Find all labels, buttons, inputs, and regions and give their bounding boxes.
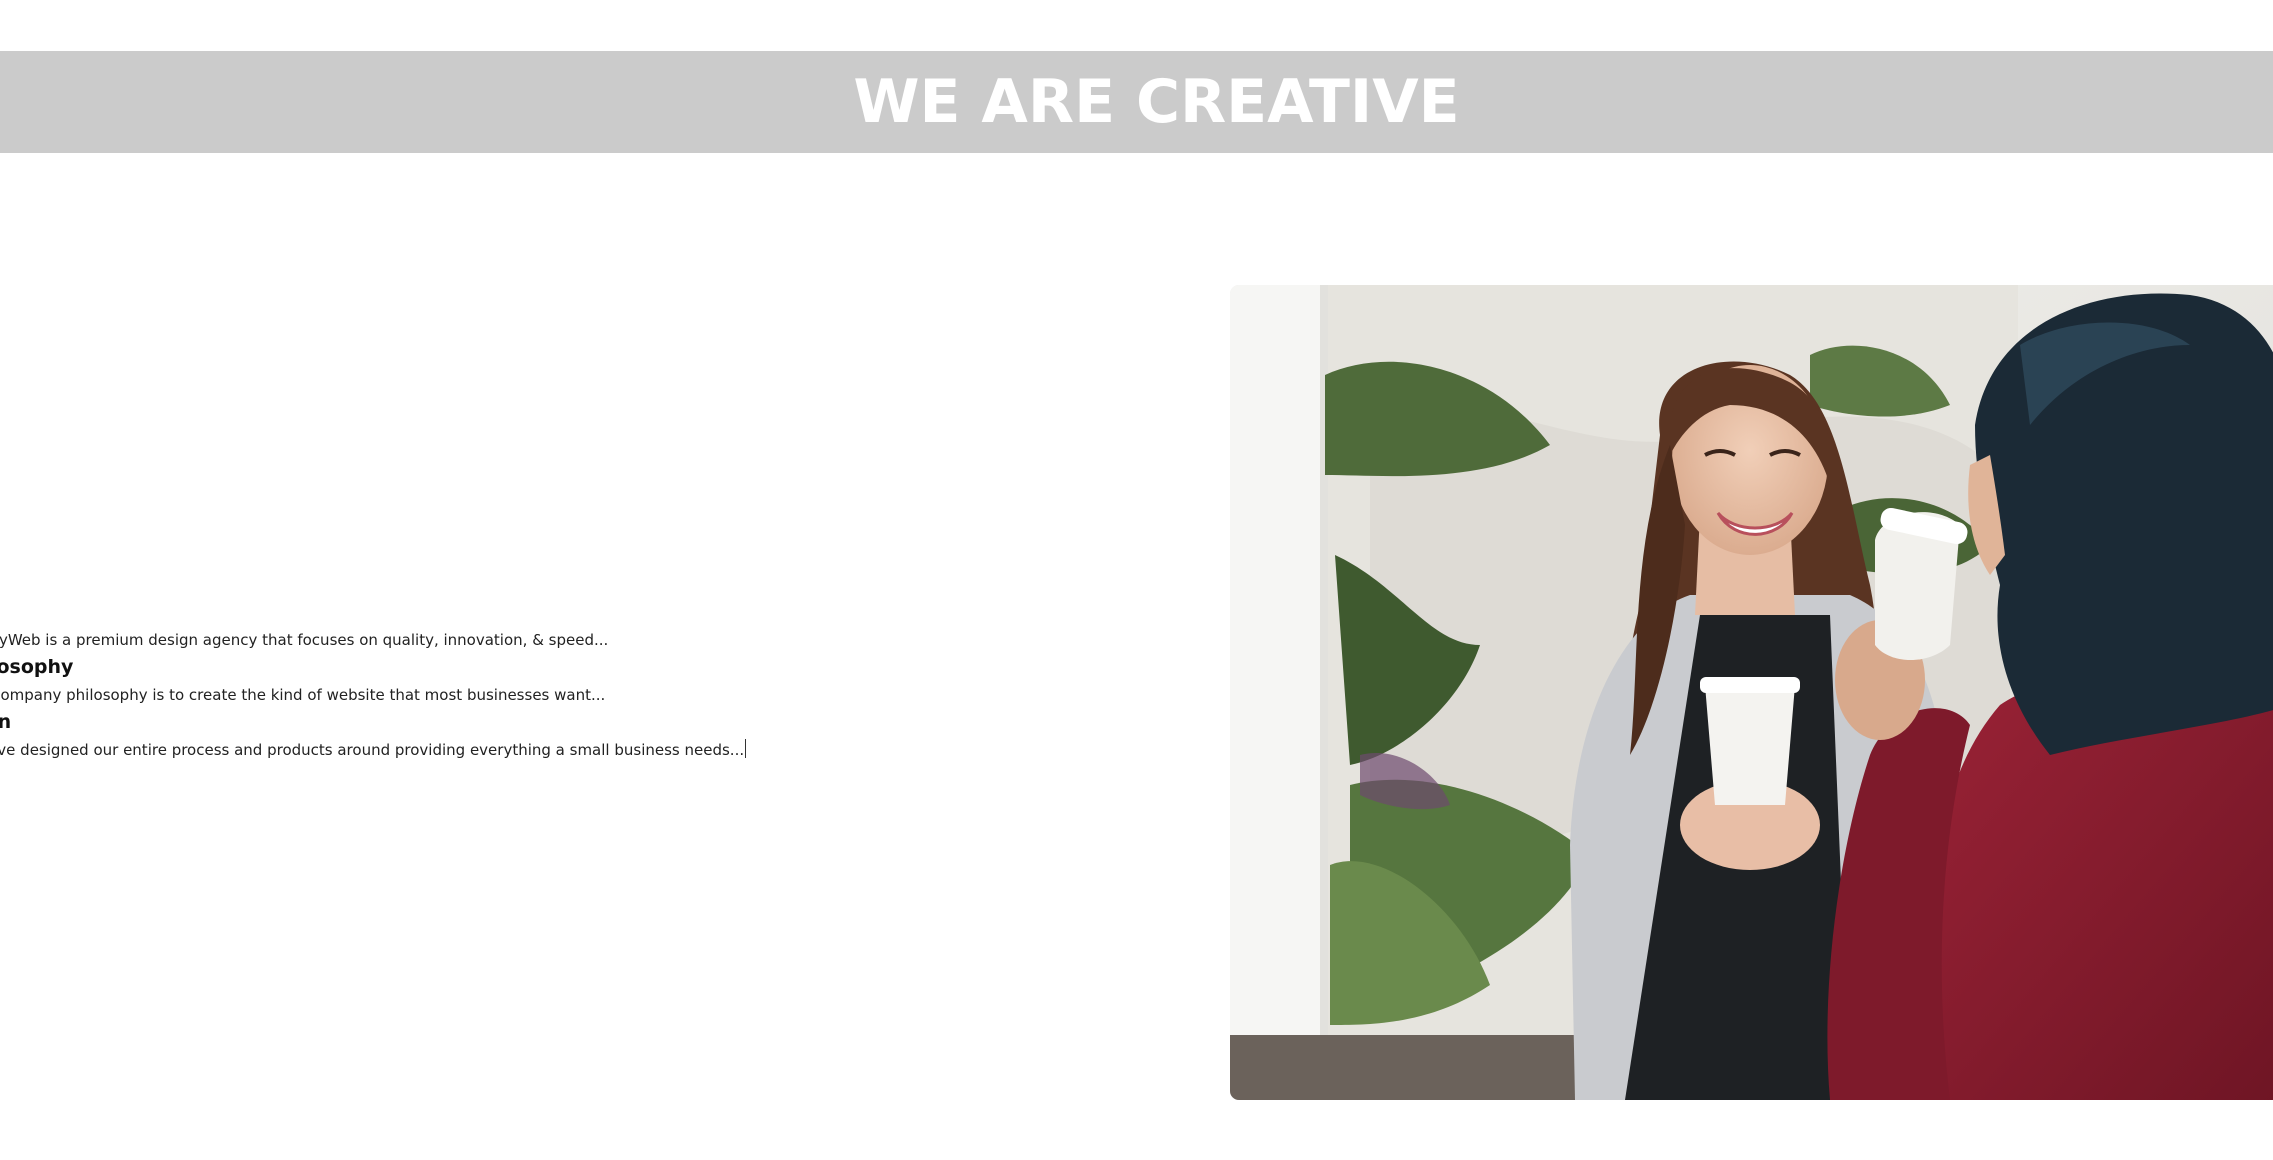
title-banner: WE ARE CREATIVE (0, 51, 2273, 153)
team-photo (1230, 285, 2273, 1100)
mission-text[interactable]: We've designed our entire process and pr… (0, 741, 744, 759)
mission-text-wrapper[interactable]: We've designed our entire process and pr… (0, 736, 1166, 764)
about-section: WE ARE CREATIVE MyWeb is a premium desig… (0, 0, 2273, 1160)
philosophy-text: Our company philosophy is to create the … (0, 686, 606, 704)
photo-illustration (1230, 285, 2273, 1100)
text-cursor (745, 739, 747, 758)
philosophy-heading: Philosophy (0, 656, 74, 678)
about-text-block: MyWeb is a premium design agency that fo… (0, 626, 1166, 764)
intro-text: MyWeb is a premium design agency that fo… (0, 631, 609, 649)
mission-heading: Mission (0, 711, 12, 733)
page-title: WE ARE CREATIVE (853, 67, 1460, 137)
